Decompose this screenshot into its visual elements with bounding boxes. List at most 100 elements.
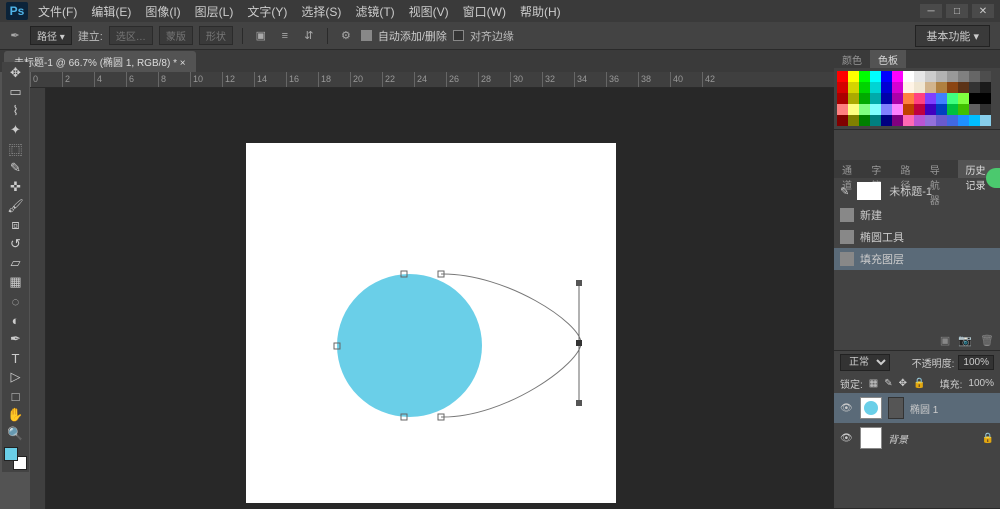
swatch[interactable] bbox=[870, 82, 881, 93]
path-mode-select[interactable]: 路径 ▾ bbox=[30, 26, 72, 45]
swatch[interactable] bbox=[914, 93, 925, 104]
layer-row[interactable]: 👁 椭圆 1 bbox=[834, 393, 1000, 423]
gear-icon[interactable]: ⚙ bbox=[337, 27, 355, 45]
menu-edit[interactable]: 编辑(E) bbox=[91, 3, 131, 20]
swatch[interactable] bbox=[925, 71, 936, 82]
lock-brush-icon[interactable]: ✎ bbox=[884, 378, 892, 389]
swatch[interactable] bbox=[914, 71, 925, 82]
menu-filter[interactable]: 滤镜(T) bbox=[355, 3, 394, 20]
swatch[interactable] bbox=[837, 71, 848, 82]
arrange-icon[interactable]: ⇵ bbox=[300, 27, 318, 45]
align-icon[interactable]: ≡ bbox=[276, 27, 294, 45]
swatch[interactable] bbox=[914, 104, 925, 115]
swatch[interactable] bbox=[947, 71, 958, 82]
layer-thumb[interactable] bbox=[860, 397, 882, 419]
swatch[interactable] bbox=[859, 115, 870, 126]
swatch[interactable] bbox=[969, 115, 980, 126]
swatch[interactable] bbox=[936, 115, 947, 126]
swatch[interactable] bbox=[903, 104, 914, 115]
ruler-vertical[interactable] bbox=[30, 88, 46, 509]
trash-icon[interactable]: 🗑 bbox=[980, 334, 994, 347]
swatch[interactable] bbox=[969, 104, 980, 115]
swatch[interactable] bbox=[881, 104, 892, 115]
menu-layer[interactable]: 图层(L) bbox=[195, 3, 234, 20]
history-item[interactable]: 新建 bbox=[834, 204, 1000, 226]
swatch[interactable] bbox=[980, 115, 991, 126]
align-edges-checkbox[interactable] bbox=[453, 30, 464, 41]
swatch[interactable] bbox=[837, 82, 848, 93]
swatch[interactable] bbox=[903, 71, 914, 82]
service-badge-icon[interactable] bbox=[986, 168, 1000, 188]
swatch[interactable] bbox=[958, 93, 969, 104]
path-select-tool[interactable]: ▷ bbox=[4, 368, 27, 386]
shape-tool[interactable]: □ bbox=[4, 387, 27, 405]
history-brush-tool[interactable]: ↺ bbox=[4, 235, 27, 253]
swatch[interactable] bbox=[881, 115, 892, 126]
move-tool[interactable]: ✥ bbox=[4, 64, 27, 82]
document-canvas[interactable] bbox=[246, 143, 616, 503]
visibility-icon[interactable]: 👁 bbox=[840, 433, 854, 444]
pen-tool-icon[interactable]: ✒ bbox=[6, 27, 24, 45]
swatch[interactable] bbox=[925, 82, 936, 93]
swatch[interactable] bbox=[859, 82, 870, 93]
tab-swatches[interactable]: 色板 bbox=[870, 50, 906, 68]
wand-tool[interactable]: ✦ bbox=[4, 121, 27, 139]
patch-tool[interactable]: ✜ bbox=[4, 178, 27, 196]
stamp-tool[interactable]: ⧈ bbox=[4, 216, 27, 234]
swatch[interactable] bbox=[958, 71, 969, 82]
tab-character[interactable]: 字符 bbox=[863, 160, 892, 178]
canvas-area[interactable] bbox=[46, 88, 834, 509]
menu-view[interactable]: 视图(V) bbox=[409, 3, 449, 20]
swatch[interactable] bbox=[925, 115, 936, 126]
gradient-tool[interactable]: ▦ bbox=[4, 273, 27, 291]
history-item[interactable]: 填充图层 bbox=[834, 248, 1000, 270]
swatch[interactable] bbox=[958, 115, 969, 126]
fg-color-swatch[interactable] bbox=[4, 447, 18, 461]
swatch[interactable] bbox=[848, 104, 859, 115]
document-tab[interactable]: 未标题-1 @ 66.7% (椭圆 1, RGB/8) * × bbox=[4, 51, 196, 72]
tab-channels[interactable]: 通道 bbox=[834, 160, 863, 178]
swatch[interactable] bbox=[848, 71, 859, 82]
swatch[interactable] bbox=[947, 93, 958, 104]
swatch[interactable] bbox=[881, 82, 892, 93]
menu-file[interactable]: 文件(F) bbox=[38, 3, 77, 20]
swatch[interactable] bbox=[848, 93, 859, 104]
eraser-tool[interactable]: ▱ bbox=[4, 254, 27, 272]
swatch[interactable] bbox=[859, 93, 870, 104]
maximize-button[interactable]: □ bbox=[946, 4, 968, 18]
auto-add-checkbox[interactable] bbox=[361, 30, 372, 41]
layer-name[interactable]: 背景 bbox=[888, 431, 908, 446]
ruler-horizontal[interactable]: 024681012141618202224262830323436384042 bbox=[30, 72, 834, 88]
ellipse-shape[interactable] bbox=[337, 274, 482, 417]
swatch[interactable] bbox=[958, 104, 969, 115]
workspace-switcher[interactable]: 基本功能 ▾ bbox=[915, 25, 990, 47]
camera-icon[interactable]: ▣ bbox=[940, 334, 950, 347]
swatch[interactable] bbox=[903, 115, 914, 126]
menu-window[interactable]: 窗口(W) bbox=[463, 3, 506, 20]
menu-type[interactable]: 文字(Y) bbox=[247, 3, 287, 20]
swatch[interactable] bbox=[925, 93, 936, 104]
swatch[interactable] bbox=[969, 82, 980, 93]
swatch[interactable] bbox=[848, 82, 859, 93]
build-mask-button[interactable]: 蒙版 bbox=[159, 26, 193, 45]
lock-move-icon[interactable]: ✥ bbox=[899, 378, 907, 389]
swatch[interactable] bbox=[870, 104, 881, 115]
lock-all-icon[interactable]: 🔒 bbox=[913, 378, 925, 389]
swatch[interactable] bbox=[892, 115, 903, 126]
history-item[interactable]: 椭圆工具 bbox=[834, 226, 1000, 248]
swatches-grid[interactable] bbox=[834, 68, 1000, 129]
swatch[interactable] bbox=[870, 71, 881, 82]
swatch[interactable] bbox=[892, 71, 903, 82]
crop-tool[interactable]: ⿴ bbox=[4, 140, 27, 158]
path-op-icon[interactable]: ▣ bbox=[252, 27, 270, 45]
swatch[interactable] bbox=[936, 93, 947, 104]
swatch[interactable] bbox=[903, 82, 914, 93]
swatch[interactable] bbox=[980, 104, 991, 115]
type-tool[interactable]: T bbox=[4, 349, 27, 367]
minimize-button[interactable]: ─ bbox=[920, 4, 942, 18]
visibility-icon[interactable]: 👁 bbox=[840, 403, 854, 414]
tab-color[interactable]: 颜色 bbox=[834, 50, 870, 68]
marquee-tool[interactable]: ▭ bbox=[4, 83, 27, 101]
tab-navigator[interactable]: 导航器 bbox=[922, 160, 958, 178]
brush-tool[interactable]: 🖌 bbox=[4, 197, 27, 215]
